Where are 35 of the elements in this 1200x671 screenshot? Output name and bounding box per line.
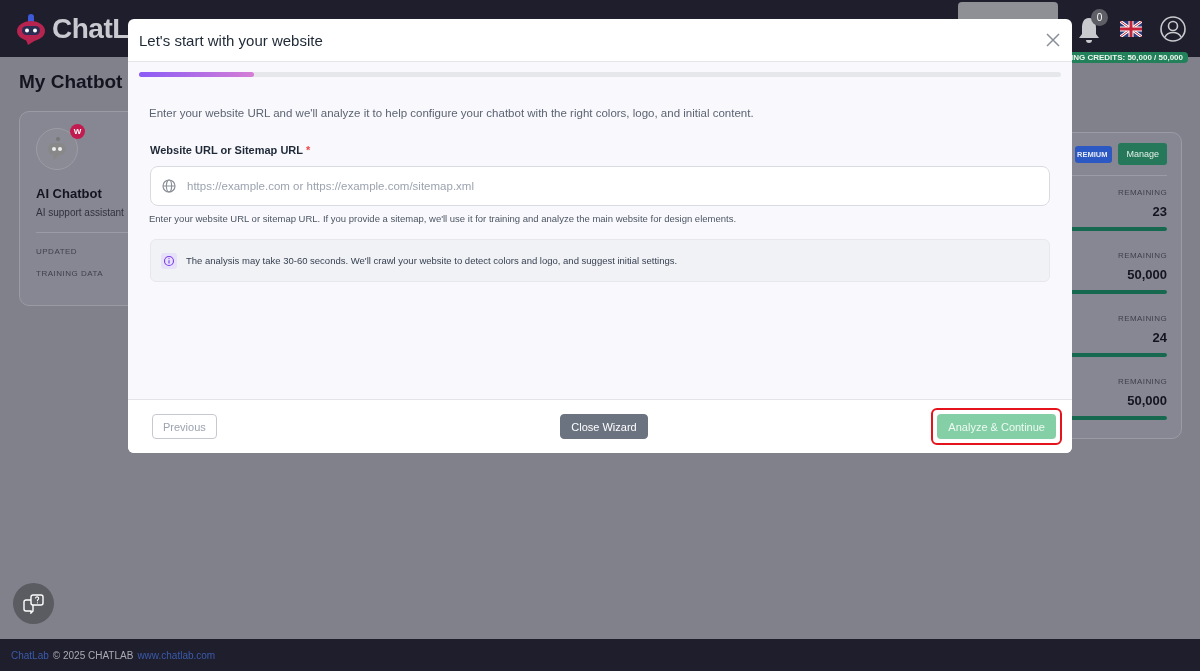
usage-value: 50,000 <box>1127 267 1167 282</box>
logo-text: ChatL <box>52 12 129 45</box>
notification-count: 0 <box>1091 8 1108 26</box>
user-avatar-icon[interactable] <box>1160 15 1186 42</box>
dialog-title: Let's start with your website <box>139 31 323 49</box>
usage-value: 50,000 <box>1127 393 1167 408</box>
help-chat-button[interactable] <box>13 583 54 624</box>
chatbot-description: AI support assistant <box>36 207 124 218</box>
notice-text: The analysis may take 30-60 seconds. We'll crawl your website to detect colors and logo, and suggest initial settings. <box>186 255 678 266</box>
copyright-text: © 2025 CHATLAB <box>52 649 134 661</box>
usage-value: 24 <box>1152 330 1167 345</box>
intro-text: Enter your website URL and we'll analyze it to help configure your chatbot with the right colors, logo, and initial content. <box>149 107 755 119</box>
uk-flag-icon[interactable] <box>1120 20 1142 37</box>
manage-button[interactable]: Manage <box>1118 143 1167 165</box>
close-icon[interactable] <box>1046 33 1060 47</box>
field-hint: Enter your website URL or sitemap URL. If you provide a sitemap, we'll use it for training and analyze the main website for design elements. <box>149 213 738 224</box>
chatbot-name: AI Chatbot <box>36 186 102 201</box>
info-icon <box>161 252 177 269</box>
meta-label: UPDATED <box>36 247 78 256</box>
usage-label: REMAINING <box>1118 377 1167 386</box>
url-input-field[interactable]: https://example.com or https://example.com/sitemap.xml <box>150 166 1050 206</box>
usage-value: 23 <box>1152 204 1167 219</box>
field-label: Website URL or Sitemap URL * <box>150 144 312 156</box>
usage-label: REMAINING <box>1118 314 1167 323</box>
usage-label: REMAINING <box>1118 188 1167 197</box>
robot-logo-icon <box>14 11 48 46</box>
required-mark: * <box>306 144 311 156</box>
chat-question-icon <box>22 593 45 614</box>
website-link[interactable]: www.chatlab.com <box>137 649 216 661</box>
close-wizard-button[interactable]: Close Wizard <box>560 414 648 439</box>
meta-label: TRAINING DATA <box>36 269 104 278</box>
usage-label: REMAINING <box>1118 251 1167 260</box>
avatar-badge: W <box>70 124 85 139</box>
brand-link[interactable]: ChatLab <box>11 649 49 661</box>
page-title: My Chatbot <box>19 71 123 93</box>
